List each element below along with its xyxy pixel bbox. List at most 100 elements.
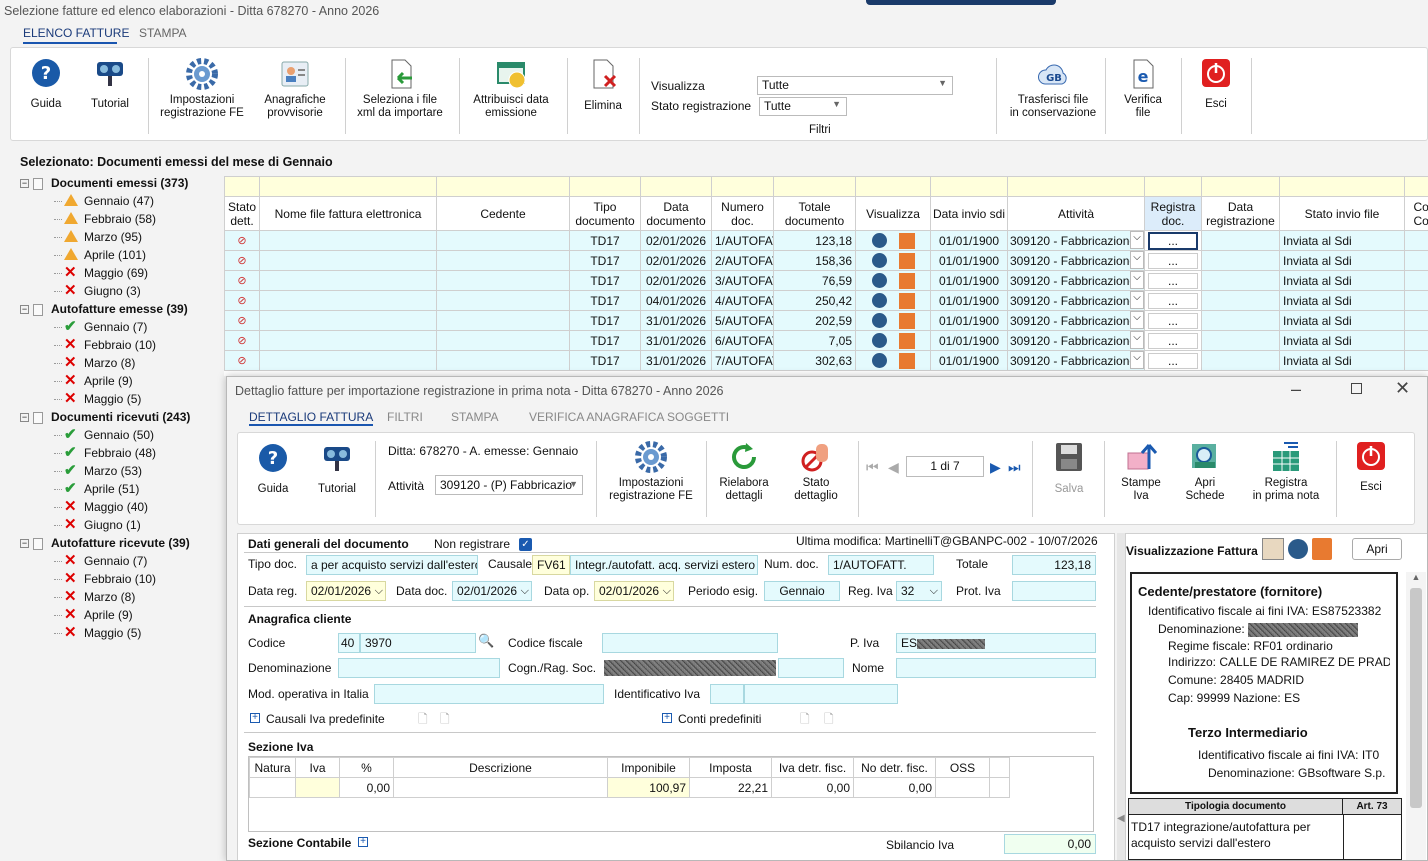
close-icon[interactable]: ✕: [1395, 378, 1410, 399]
grid-cell[interactable]: [1404, 250, 1428, 271]
tab-stampa[interactable]: STAMPA: [139, 26, 187, 40]
grid-header[interactable]: Visualizza: [855, 196, 931, 231]
grid-header[interactable]: Cedente: [436, 196, 570, 231]
tree-group[interactable]: − Autofatture emesse (39): [20, 302, 188, 320]
stato-icon-cell[interactable]: ⊘: [224, 310, 260, 331]
grid-cell[interactable]: [1201, 250, 1280, 271]
registra-cell[interactable]: ...: [1144, 310, 1202, 331]
stato-icon-cell[interactable]: ⊘: [224, 330, 260, 351]
grid-cell[interactable]: TD17: [569, 250, 641, 271]
guida-button[interactable]: ? Guida: [23, 58, 69, 111]
table-row[interactable]: ⊘ TD17 02/01/2026 2/AUTOFAT 158,36 01/01/1900…: [224, 250, 1428, 271]
grid-cell[interactable]: Inviata al Sdi: [1279, 350, 1405, 371]
grid-header[interactable]: Data documento: [640, 196, 712, 231]
visualizza-cell[interactable]: [855, 330, 931, 351]
verifica-file-button[interactable]: e Verifica file: [1119, 58, 1167, 120]
prev-page-icon[interactable]: ◀: [888, 459, 899, 476]
grid-cell[interactable]: Inviata al Sdi: [1279, 270, 1405, 291]
attivita-cell[interactable]: 309120 - Fabbricazione ⌵: [1007, 230, 1145, 251]
registra-cell[interactable]: ...: [1144, 290, 1202, 311]
registra-button[interactable]: ...: [1148, 332, 1198, 349]
agenzia-icon[interactable]: [871, 273, 887, 288]
data-doc-field[interactable]: 02/01/2026 ⌵: [452, 581, 532, 601]
registra-button[interactable]: ...: [1148, 231, 1198, 250]
attribuisci-data-button[interactable]: Attribuisci data emissione: [467, 58, 555, 120]
grid-cell[interactable]: [1404, 290, 1428, 311]
pdf-icon[interactable]: [898, 312, 915, 329]
registra-button[interactable]: ...: [1148, 272, 1198, 289]
attivita-cell[interactable]: 309120 - Fabbricazione ⌵: [1007, 290, 1145, 311]
grid-cell[interactable]: 76,59: [773, 270, 856, 291]
mod-op-field[interactable]: [374, 684, 604, 704]
agenzia-icon[interactable]: [871, 313, 887, 328]
add-file-icon[interactable]: 🗋: [800, 710, 810, 731]
attivita-cell[interactable]: 309120 - Fabbricazione ⌵: [1007, 250, 1145, 271]
stato-icon-cell[interactable]: ⊘: [224, 350, 260, 371]
tree-item[interactable]: ✕ Maggio (5): [54, 625, 141, 644]
grid-cell[interactable]: 2/AUTOFAT: [711, 250, 774, 271]
id-iva-prefix-field[interactable]: [710, 684, 744, 704]
agenzia-icon[interactable]: [871, 333, 887, 348]
registra-button[interactable]: ...: [1148, 252, 1198, 269]
grid-cell[interactable]: TD17: [569, 290, 641, 311]
visualizza-cell[interactable]: [855, 290, 931, 311]
impostazioni-fe-button[interactable]: Impostazioni registrazione FE: [157, 58, 247, 120]
grid-cell[interactable]: Inviata al Sdi: [1279, 330, 1405, 351]
attivita-cell[interactable]: 309120 - Fabbricazione ⌵: [1007, 270, 1145, 291]
tree-group[interactable]: − Autofatture ricevute (39): [20, 536, 190, 554]
num-doc-field[interactable]: 1/AUTOFATT.: [828, 555, 934, 575]
search-icon[interactable]: 🔍: [478, 633, 498, 653]
table-row[interactable]: ⊘ TD17 02/01/2026 3/AUTOFAT 76,59 01/01/1900 3…: [224, 270, 1428, 291]
grid-cell[interactable]: 3/AUTOFAT: [711, 270, 774, 291]
dialog-tab[interactable]: VERIFICA ANAGRAFICA SOGGETTI: [529, 410, 729, 424]
grid-cell[interactable]: Inviata al Sdi: [1279, 310, 1405, 331]
grid-cell[interactable]: 250,42: [773, 290, 856, 311]
tree-item[interactable]: ✕ Giugno (1): [54, 517, 141, 536]
attivita-cell[interactable]: 309120 - Fabbricazione ⌵: [1007, 310, 1145, 331]
grid-cell[interactable]: 02/01/2026: [640, 270, 712, 291]
grid-header[interactable]: Nome file fattura elettronica: [259, 196, 437, 231]
visualizza-cell[interactable]: [855, 230, 931, 251]
pdf-icon[interactable]: [898, 232, 915, 249]
remove-file-icon[interactable]: 🗋: [824, 710, 834, 731]
sbilancio-field[interactable]: 0,00: [1004, 834, 1096, 854]
remove-file-icon[interactable]: 🗋: [440, 710, 450, 731]
agenzia-icon[interactable]: [871, 253, 887, 268]
denominazione-field[interactable]: [338, 658, 500, 678]
grid-header[interactable]: Attività: [1007, 196, 1145, 231]
collapse-icon[interactable]: −: [20, 305, 29, 315]
visualizza-cell[interactable]: [855, 270, 931, 291]
grid-header[interactable]: Data invio sdi: [930, 196, 1008, 231]
reg-iva-field[interactable]: 32 ⌵: [896, 581, 942, 601]
grid-cell[interactable]: 31/01/2026: [640, 330, 712, 351]
expand-causali-icon[interactable]: +: [250, 713, 260, 723]
grid-cell[interactable]: [1404, 310, 1428, 331]
iva-cell[interactable]: 0,00: [339, 777, 394, 798]
tutorial-button[interactable]: Tutorial: [87, 58, 133, 111]
expand-contabile-icon[interactable]: +: [358, 837, 368, 847]
preview-scrollbar[interactable]: ▲: [1406, 572, 1426, 860]
last-page-icon[interactable]: ⏭: [1008, 459, 1021, 476]
tree-item[interactable]: Febbraio (58): [54, 212, 156, 230]
codice-fiscale-field[interactable]: [602, 633, 778, 653]
trasferisci-conservazione-button[interactable]: GB Trasferisci file in conservazione: [1007, 58, 1099, 120]
grid-cell[interactable]: [1201, 310, 1280, 331]
table-row[interactable]: ⊘ TD17 31/01/2026 7/AUTOFAT 302,63 01/01/1900…: [224, 350, 1428, 371]
pdf-icon[interactable]: [898, 332, 915, 349]
iva-cell[interactable]: [295, 777, 340, 798]
visualizza-cell[interactable]: [855, 250, 931, 271]
grid-header[interactable]: Numero doc.: [711, 196, 774, 231]
grid-cell[interactable]: 01/01/1900: [930, 350, 1008, 371]
registra-cell[interactable]: ...: [1144, 230, 1202, 251]
grid-cell[interactable]: 31/01/2026: [640, 350, 712, 371]
table-row[interactable]: ⊘ TD17 04/01/2026 4/AUTOFAT 250,42 01/01/1900…: [224, 290, 1428, 311]
grid-cell[interactable]: Inviata al Sdi: [1279, 250, 1405, 271]
dlg-esci-button[interactable]: Esci: [1348, 441, 1394, 494]
esci-button[interactable]: Esci: [1193, 58, 1239, 111]
grid-cell[interactable]: 01/01/1900: [930, 270, 1008, 291]
grid-cell[interactable]: [1404, 230, 1428, 251]
iva-cell[interactable]: 0,00: [853, 777, 936, 798]
data-reg-field[interactable]: 02/01/2026 ⌵: [306, 581, 386, 601]
pdf-icon[interactable]: [898, 292, 915, 309]
cognome-field-extra[interactable]: [778, 658, 844, 678]
